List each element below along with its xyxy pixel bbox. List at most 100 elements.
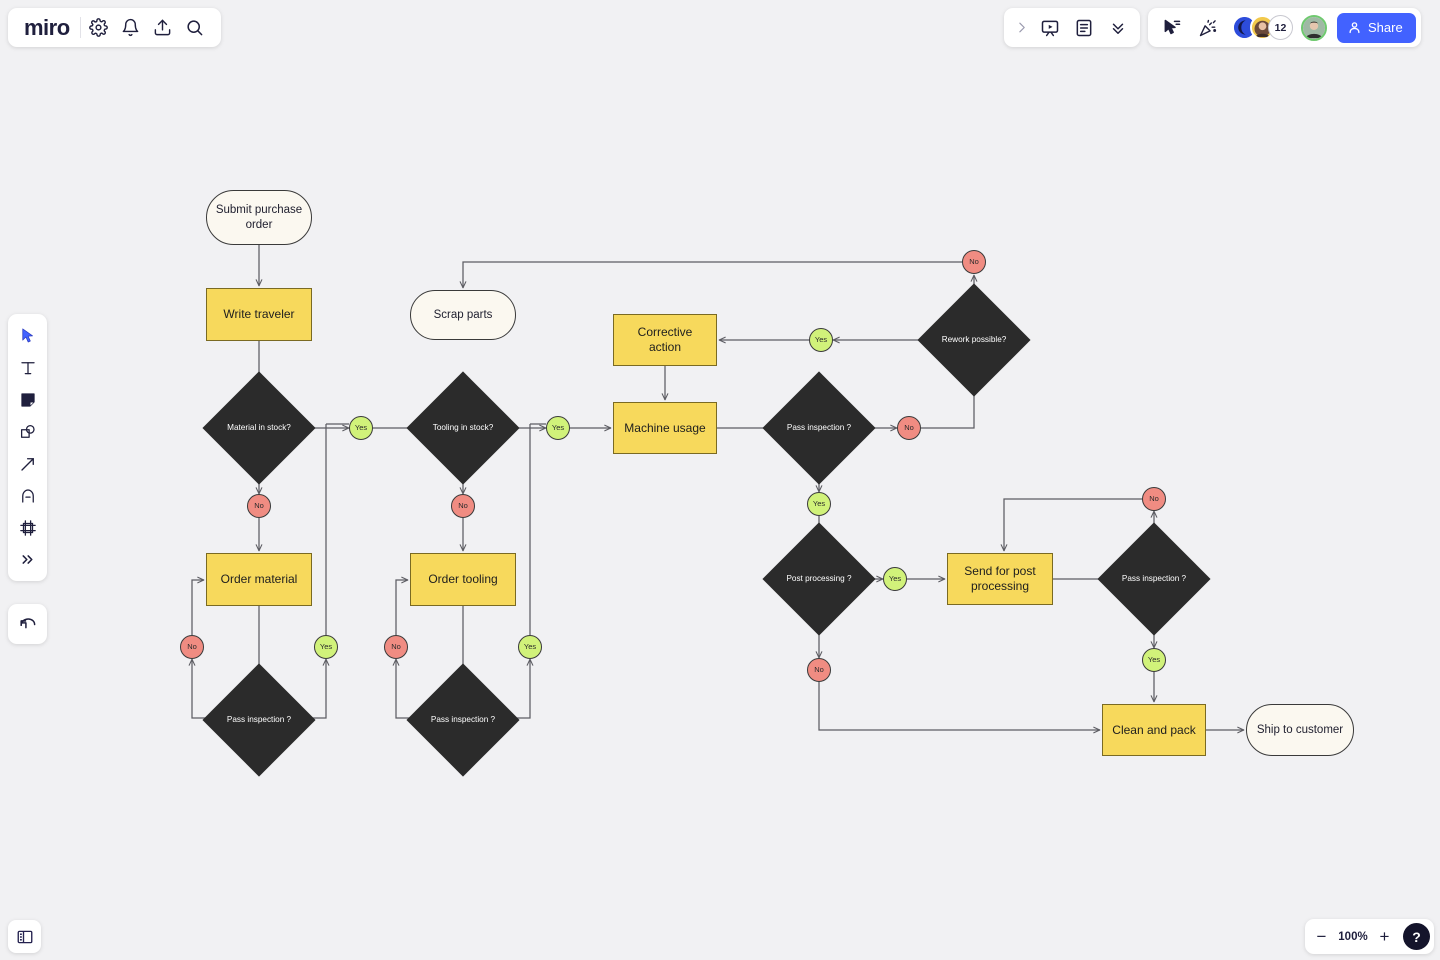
presentation-icon[interactable]	[1034, 12, 1066, 44]
expand-chevron-right-icon[interactable]	[1010, 12, 1032, 44]
badge-label: No	[391, 642, 401, 652]
node-label: Machine usage	[624, 420, 706, 435]
badge-label: Yes	[523, 642, 537, 652]
connector-arrow-icon[interactable]	[12, 448, 43, 479]
node-post-processing[interactable]: Post processing ?	[762, 522, 876, 636]
share-button[interactable]: Share	[1337, 12, 1416, 43]
node-machine-usage[interactable]: Machine usage	[613, 402, 717, 454]
node-label: Submit purchase order	[215, 204, 303, 231]
notifications-icon[interactable]	[115, 12, 147, 44]
sticky-note-icon[interactable]	[12, 384, 43, 415]
badge-label: Yes	[812, 499, 826, 509]
share-button-label: Share	[1368, 20, 1403, 35]
chevrons-down-icon[interactable]	[1102, 12, 1134, 44]
node-scrap-parts[interactable]: Scrap parts	[410, 290, 516, 340]
badge-yes-rework-possible[interactable]: Yes	[809, 328, 833, 352]
node-material-in-stock[interactable]: Material in stock?	[202, 371, 316, 485]
badge-no-material-in-stock[interactable]: No	[247, 494, 271, 518]
badge-yes-pass-inspection-material[interactable]: Yes	[314, 635, 338, 659]
overflow-count-label: 12	[1274, 21, 1287, 34]
collaborator-overflow-count[interactable]: 12	[1268, 15, 1293, 40]
toolbar-divider	[79, 17, 81, 38]
node-label: Ship to customer	[1256, 723, 1344, 736]
flowchart-connectors	[188, 245, 1245, 734]
badge-yes-pass-inspection-post[interactable]: Yes	[1142, 648, 1166, 672]
cursor-follow-icon[interactable]	[1156, 12, 1188, 44]
celebrate-icon[interactable]	[1192, 12, 1224, 44]
badge-no-pass-inspection-machine[interactable]: No	[897, 416, 921, 440]
badge-no-post-processing[interactable]: No	[807, 658, 831, 682]
node-pass-inspection-material[interactable]: Pass inspection ?	[202, 663, 316, 777]
badge-no-pass-inspection-material[interactable]: No	[180, 635, 204, 659]
node-submit-purchase-order[interactable]: Submit purchase order	[206, 190, 312, 245]
node-label: Post processing ?	[786, 574, 852, 583]
node-label: Scrap parts	[433, 308, 493, 321]
select-cursor-icon[interactable]	[12, 320, 43, 351]
node-label: Clean and pack	[1112, 722, 1196, 737]
side-panel-toggle-button[interactable]	[8, 920, 41, 953]
shapes-icon[interactable]	[12, 416, 43, 447]
board-canvas[interactable]: Submit purchase order Write traveler Scr…	[0, 0, 1440, 960]
zoom-out-button[interactable]: −	[1309, 928, 1334, 945]
node-label: Pass inspection ?	[226, 715, 292, 724]
badge-label: Yes	[1147, 655, 1161, 665]
badge-yes-pass-inspection-machine[interactable]: Yes	[807, 492, 831, 516]
settings-icon[interactable]	[83, 12, 115, 44]
more-tools-icon[interactable]	[12, 544, 43, 575]
node-label: Order tooling	[428, 572, 498, 587]
node-label: Pass inspection ?	[1121, 574, 1187, 583]
node-label: Pass inspection ?	[430, 715, 496, 724]
text-icon[interactable]	[12, 352, 43, 383]
badge-label: Yes	[814, 335, 828, 345]
node-label: Tooling in stock?	[432, 423, 494, 432]
frame-icon[interactable]	[12, 512, 43, 543]
avatar-user-2[interactable]	[1301, 14, 1327, 41]
search-icon[interactable]	[179, 12, 211, 44]
notes-icon[interactable]	[1068, 12, 1100, 44]
node-label: Rework possible?	[941, 335, 1007, 344]
node-label: Material in stock?	[227, 423, 291, 432]
node-pass-inspection-post[interactable]: Pass inspection ?	[1097, 522, 1211, 636]
node-tooling-in-stock[interactable]: Tooling in stock?	[406, 371, 520, 485]
badge-label: No	[969, 257, 979, 267]
badge-label: No	[458, 501, 468, 511]
badge-yes-tooling-in-stock[interactable]: Yes	[546, 416, 570, 440]
badge-label: Yes	[319, 642, 333, 652]
node-label: Corrective action	[637, 325, 693, 354]
pen-icon[interactable]	[12, 480, 43, 511]
node-label: Send for post processing	[964, 564, 1036, 593]
badge-label: Yes	[354, 423, 368, 433]
badge-no-pass-inspection-post[interactable]: No	[1142, 487, 1166, 511]
badge-no-tooling-in-stock[interactable]: No	[451, 494, 475, 518]
node-rework-possible[interactable]: Rework possible?	[917, 283, 1031, 397]
badge-yes-pass-inspection-tooling[interactable]: Yes	[518, 635, 542, 659]
node-pass-inspection-tooling[interactable]: Pass inspection ?	[406, 663, 520, 777]
undo-button[interactable]	[8, 604, 47, 644]
node-label: Write traveler	[223, 307, 295, 322]
upload-icon[interactable]	[147, 12, 179, 44]
node-write-traveler[interactable]: Write traveler	[206, 288, 312, 341]
badge-no-rework-possible[interactable]: No	[962, 250, 986, 274]
node-clean-and-pack[interactable]: Clean and pack	[1102, 704, 1206, 756]
node-pass-inspection-machine[interactable]: Pass inspection ?	[762, 371, 876, 485]
node-order-tooling[interactable]: Order tooling	[410, 553, 516, 606]
badge-label: No	[187, 642, 197, 652]
zoom-in-button[interactable]: +	[1372, 928, 1397, 945]
node-order-material[interactable]: Order material	[206, 553, 312, 606]
badge-label: No	[814, 665, 824, 675]
badge-label: No	[904, 423, 914, 433]
miro-logo[interactable]: miro	[18, 16, 80, 39]
node-send-for-post-processing[interactable]: Send for post processing	[947, 553, 1053, 605]
badge-no-pass-inspection-tooling[interactable]: No	[384, 635, 408, 659]
badge-yes-post-processing[interactable]: Yes	[883, 567, 907, 591]
badge-label: Yes	[551, 423, 565, 433]
zoom-level-label[interactable]: 100%	[1336, 931, 1370, 943]
collaborator-avatars[interactable]: 12	[1232, 14, 1327, 41]
badge-label: Yes	[888, 574, 902, 584]
node-ship-to-customer[interactable]: Ship to customer	[1246, 704, 1354, 756]
badge-yes-material-in-stock[interactable]: Yes	[349, 416, 373, 440]
top-right-toolbar-view	[1004, 8, 1140, 47]
zoom-controls: − 100% + ?	[1305, 919, 1434, 954]
node-corrective-action[interactable]: Corrective action	[613, 314, 717, 366]
help-button[interactable]: ?	[1403, 923, 1430, 950]
